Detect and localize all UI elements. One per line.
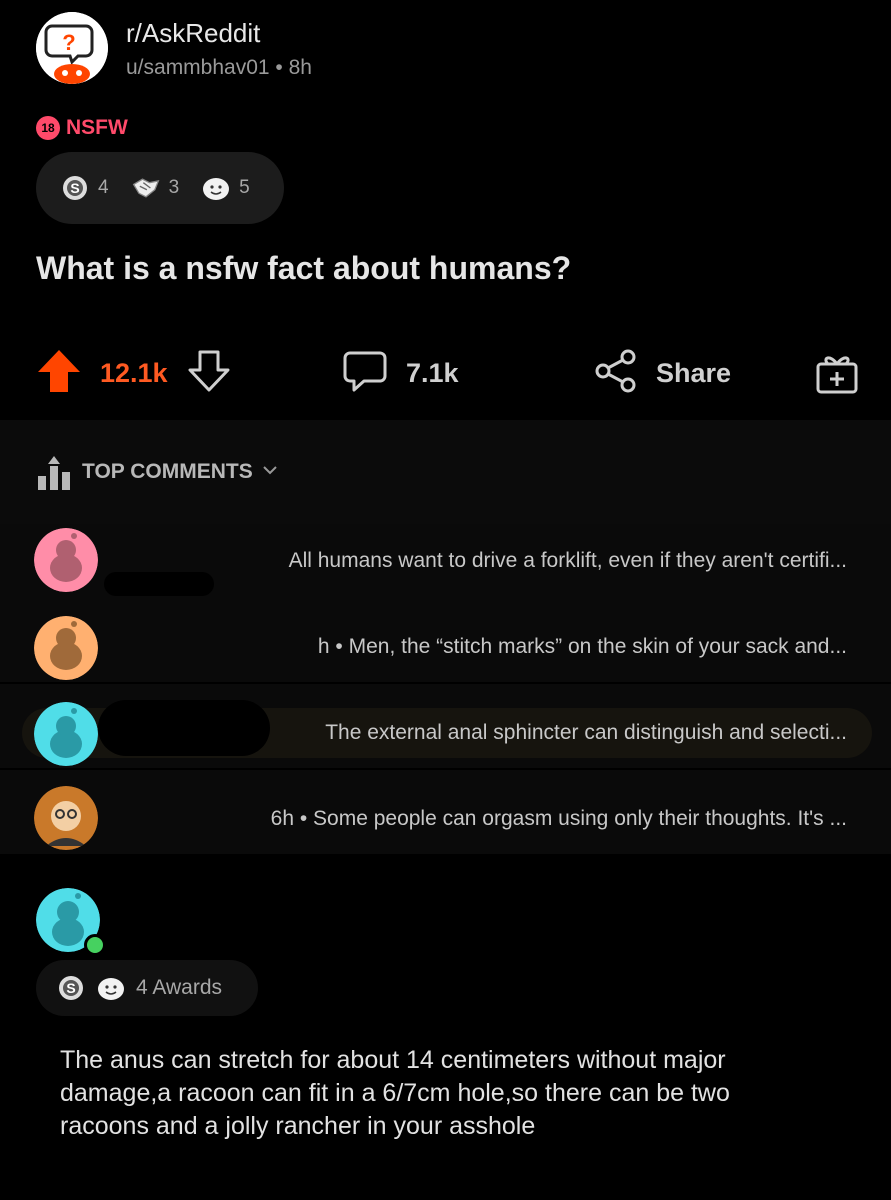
award-count: 4 — [98, 177, 109, 198]
helpful-award-icon — [131, 173, 161, 203]
silver-award-icon: S — [56, 973, 86, 1003]
upvote-button[interactable] — [36, 348, 82, 399]
comment-preview: 6h • Some people can orgasm using only t… — [270, 807, 847, 830]
subreddit-avatar[interactable]: ? — [36, 12, 108, 84]
nsfw-tag: 18 NSFW — [36, 116, 128, 140]
meta-separator: • — [275, 56, 289, 79]
avatar[interactable] — [34, 786, 98, 850]
top-comments-label[interactable]: TOP COMMENTS — [82, 460, 253, 484]
comment-awards-pill[interactable]: S 4 Awards — [36, 960, 258, 1016]
svg-text:S: S — [66, 980, 75, 996]
author-name[interactable]: u/sammbhav01 — [126, 56, 270, 79]
upvote-arrow-icon — [38, 350, 80, 392]
comment-bubble-icon — [343, 351, 387, 392]
comment-preview: All humans want to drive a forklift, eve… — [288, 549, 847, 572]
share-button[interactable] — [594, 348, 638, 399]
redaction — [98, 700, 270, 756]
chevron-down-icon[interactable] — [262, 462, 278, 483]
avatar[interactable] — [34, 702, 98, 766]
svg-text:S: S — [70, 180, 79, 196]
vote-count: 12.1k — [100, 358, 168, 388]
share-icon — [595, 349, 636, 393]
post-age: 8h — [288, 56, 312, 79]
comments-button[interactable] — [342, 350, 388, 399]
avatar[interactable] — [34, 528, 98, 592]
award-count: 3 — [168, 177, 180, 198]
award-button[interactable] — [814, 350, 860, 401]
wholesome-award-icon — [96, 973, 126, 1003]
gift-icon — [816, 356, 858, 394]
online-indicator — [84, 934, 106, 956]
redaction — [104, 572, 214, 596]
nsfw-label: NSFW — [66, 116, 128, 139]
award-count: 5 — [239, 177, 250, 198]
silver-award-icon: S — [60, 173, 90, 203]
post-meta: u/sammbhav01 • 8h — [126, 56, 312, 80]
downvote-button[interactable] — [186, 348, 232, 399]
awards-pill[interactable]: S 4 3 5 — [36, 152, 284, 224]
askreddit-icon: ? — [36, 12, 108, 84]
subreddit-name[interactable]: r/AskReddit — [126, 18, 260, 49]
avatar[interactable] — [34, 616, 98, 680]
share-label[interactable]: Share — [656, 358, 731, 389]
top-comments-icon — [36, 456, 72, 495]
comment-preview: h • Men, the “stitch marks” on the skin … — [317, 635, 847, 658]
comment-count: 7.1k — [406, 358, 459, 388]
post-title: What is a nsfw fact about humans? — [36, 250, 572, 286]
svg-text:?: ? — [62, 30, 75, 55]
comment-preview: The external anal sphincter can distingu… — [325, 721, 847, 744]
awards-count-label: 4 Awards — [136, 976, 222, 999]
wholesome-award-icon — [201, 173, 231, 203]
downvote-arrow-icon — [188, 350, 230, 392]
comment-body: The anus can stretch for about 14 centim… — [60, 1046, 730, 1140]
nsfw-18-icon: 18 — [36, 116, 60, 140]
